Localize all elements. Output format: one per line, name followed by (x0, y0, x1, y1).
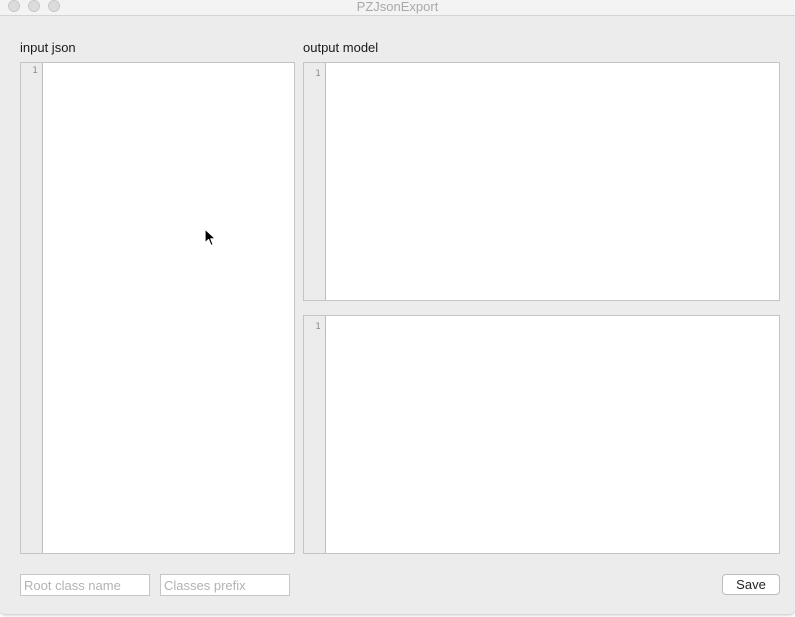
line-number-gutter: 1 (21, 63, 43, 553)
line-number: 1 (315, 322, 321, 332)
output-header-editor[interactable]: 1 (303, 62, 780, 301)
input-json-label: input json (20, 40, 76, 55)
line-number: 1 (315, 69, 321, 79)
title-bar[interactable]: PZJsonExport (0, 0, 795, 16)
root-class-name-input[interactable] (20, 574, 150, 596)
output-implementation-text-area[interactable] (326, 316, 779, 553)
input-json-editor[interactable]: 1 (20, 62, 295, 554)
mouse-pointer-icon (204, 228, 217, 247)
output-header-text-area[interactable] (326, 63, 779, 300)
line-number-gutter: 1 (304, 63, 326, 300)
app-window: PZJsonExport input json 1 output model 1… (0, 0, 795, 614)
output-implementation-editor[interactable]: 1 (303, 315, 780, 554)
line-number: 1 (32, 66, 38, 76)
output-model-label: output model (303, 40, 379, 55)
window-title: PZJsonExport (356, 0, 439, 14)
save-button[interactable]: Save (722, 574, 780, 595)
classes-prefix-input[interactable] (160, 574, 290, 596)
line-number-gutter: 1 (304, 316, 326, 553)
input-json-text-area[interactable] (43, 63, 294, 553)
